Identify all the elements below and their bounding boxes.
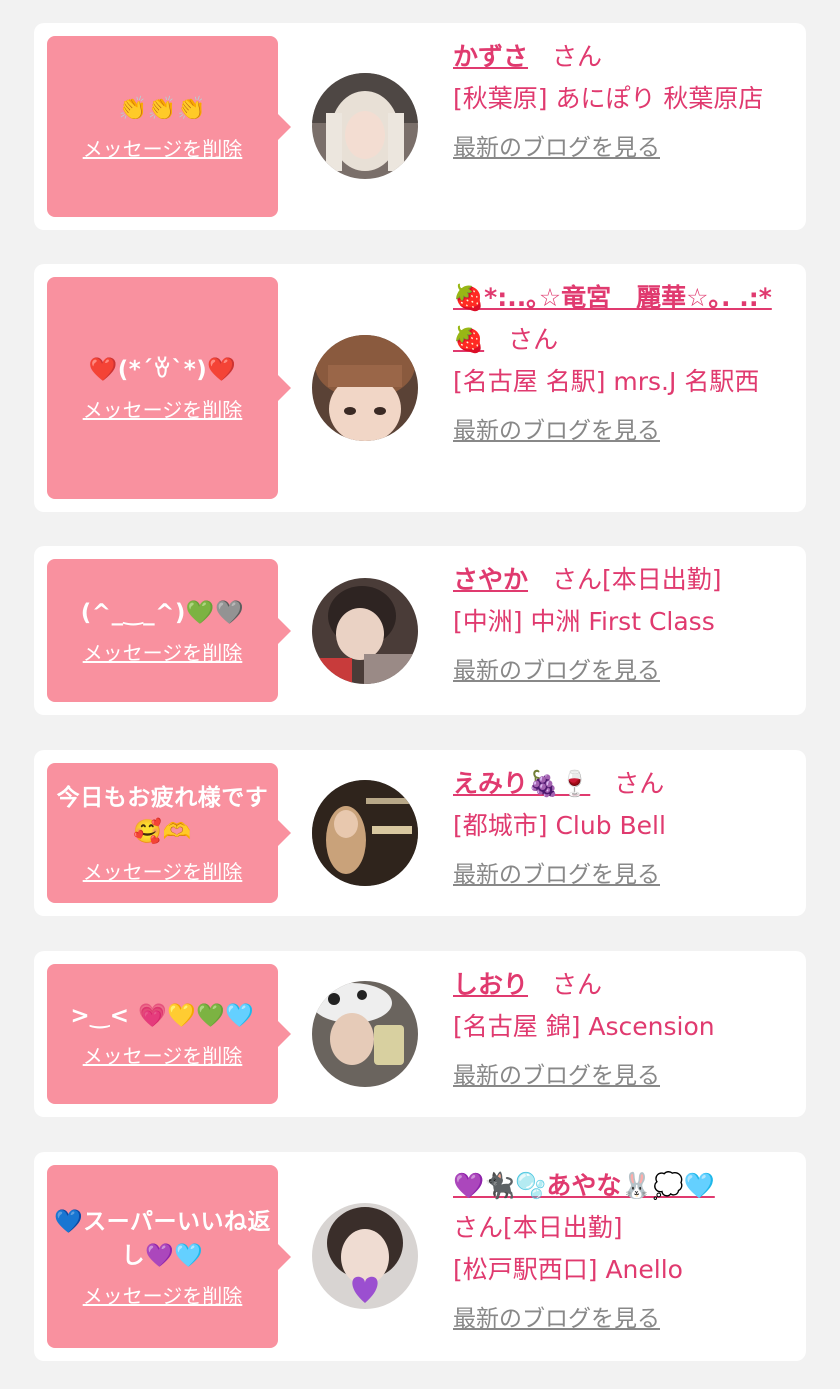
avatar[interactable] [312,335,418,441]
message-card: >‿< 💗💛💚🩵 メッセージを削除 しおり さん [名古屋 錦] Ascensio… [34,951,806,1117]
blog-link[interactable]: 最新のブログを見る [453,132,788,164]
profile-info: 💜🐈‍⬛🫧あやな🐰💭🩵 さん[本日出勤] [松戸駅西口] Anello 最新のブ… [453,1165,788,1335]
profile-info: 🍓*:..｡☆竜宮 麗華☆｡. .:*🍓 さん [名古屋 名駅] mrs.J 名駅… [453,277,788,447]
delete-message-link[interactable]: メッセージを削除 [83,1283,243,1309]
message-text: 💙スーパーいいね返し💜🩵 [54,1208,271,1269]
message-text: 今日もお疲れ様です🥰🫶 [56,785,269,845]
blog-link[interactable]: 最新のブログを見る [453,655,788,687]
profile-info: さやか さん[本日出勤] [中洲] 中洲 First Class 最新のブログを見… [453,559,788,687]
honorific: さん[本日出勤] [552,565,722,594]
girl-name-link[interactable]: 🍓*:..｡☆竜宮 麗華☆｡. .:*🍓 [453,283,772,354]
message-bubble: 👏👏👏 メッセージを削除 [47,36,291,217]
honorific: さん[本日出勤] [453,1213,623,1242]
delete-message-link[interactable]: メッセージを削除 [83,136,243,162]
blog-link[interactable]: 最新のブログを見る [453,415,788,447]
shop-name: [秋葉原] あにぽり 秋葉原店 [453,84,764,113]
girl-name-link[interactable]: しおり [453,970,528,999]
delete-message-link[interactable]: メッセージを削除 [83,640,243,666]
message-text: ❤️(*´ꈊ`*)❤️ [88,357,237,383]
blog-link[interactable]: 最新のブログを見る [453,1303,788,1335]
shop-name: [中洲] 中洲 First Class [453,607,715,636]
avatar[interactable] [312,1203,418,1309]
delete-message-link[interactable]: メッセージを削除 [83,1043,243,1069]
message-card: 今日もお疲れ様です🥰🫶 メッセージを削除 えみり🍇🍷 さん [都城市] Club … [34,750,806,916]
delete-message-link[interactable]: メッセージを削除 [83,859,243,885]
shop-name: [名古屋 名駅] mrs.J 名駅西 [453,367,760,396]
message-bubble: 今日もお疲れ様です🥰🫶 メッセージを削除 [47,763,291,903]
profile-info: えみり🍇🍷 さん [都城市] Club Bell 最新のブログを見る [453,763,788,891]
shop-name: [松戸駅西口] Anello [453,1255,683,1284]
girl-name-link[interactable]: かずさ [453,42,528,71]
message-text: >‿< 💗💛💚🩵 [70,1003,255,1029]
honorific: さん [614,769,665,798]
message-card: (^_‿_^)💚🩶 メッセージを削除 さやか さん[本日出勤] [中洲] 中洲 F… [34,546,806,715]
message-card: ❤️(*´ꈊ`*)❤️ メッセージを削除 🍓*:..｡☆竜宮 麗華☆｡. .:*… [34,264,806,512]
avatar[interactable] [312,73,418,179]
girl-name-link[interactable]: えみり🍇🍷 [453,769,590,798]
shop-name: [名古屋 錦] Ascension [453,1012,715,1041]
avatar[interactable] [312,780,418,886]
honorific: さん [508,325,559,354]
girl-name-link[interactable]: 💜🐈‍⬛🫧あやな🐰💭🩵 [453,1171,715,1200]
message-text: (^_‿_^)💚🩶 [80,599,245,626]
avatar[interactable] [312,578,418,684]
message-bubble: >‿< 💗💛💚🩵 メッセージを削除 [47,964,291,1104]
profile-info: しおり さん [名古屋 錦] Ascension 最新のブログを見る [453,964,788,1092]
message-bubble: 💙スーパーいいね返し💜🩵 メッセージを削除 [47,1165,291,1348]
girl-name-link[interactable]: さやか [453,565,528,594]
message-card: 💙スーパーいいね返し💜🩵 メッセージを削除 💜🐈‍⬛🫧あやな🐰💭🩵 さん[本日出… [34,1152,806,1361]
profile-info: かずさ さん [秋葉原] あにぽり 秋葉原店 最新のブログを見る [453,36,788,164]
message-bubble: ❤️(*´ꈊ`*)❤️ メッセージを削除 [47,277,291,499]
blog-link[interactable]: 最新のブログを見る [453,859,788,891]
message-bubble: (^_‿_^)💚🩶 メッセージを削除 [47,559,291,702]
avatar[interactable] [312,981,418,1087]
delete-message-link[interactable]: メッセージを削除 [83,397,243,423]
message-card: 👏👏👏 メッセージを削除 かずさ さん [秋葉原] あにぽり 秋葉原店 最新のブロ… [34,23,806,230]
honorific: さん [552,970,603,999]
honorific: さん [552,42,603,71]
shop-name: [都城市] Club Bell [453,811,666,840]
blog-link[interactable]: 最新のブログを見る [453,1060,788,1092]
message-text: 👏👏👏 [118,95,207,122]
